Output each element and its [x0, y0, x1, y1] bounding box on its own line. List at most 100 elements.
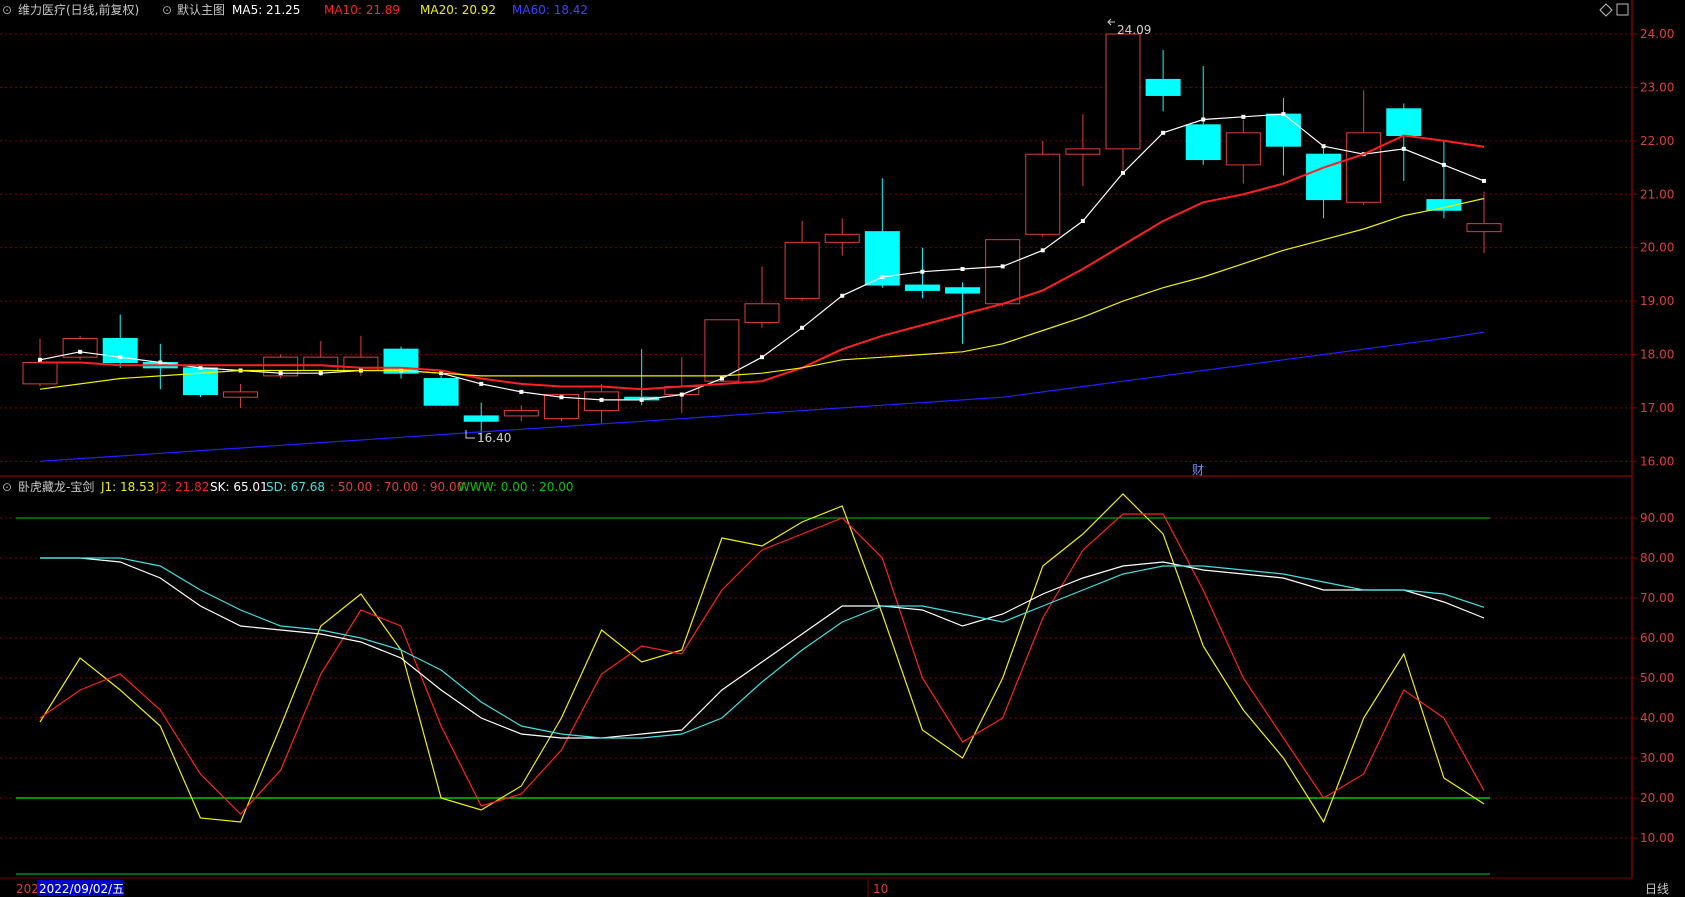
ma5-point: [559, 395, 564, 400]
year-label: 202: [16, 882, 39, 896]
candle-body: [945, 287, 981, 294]
candle-body: [1466, 223, 1502, 233]
period-label[interactable]: 日线: [1645, 882, 1669, 896]
candle-body: [1265, 113, 1301, 147]
ma5-point: [158, 360, 163, 365]
chart-canvas: 16.00 17.00 18.00 19.00 20.00 21.00 22.00 23.00…: [0, 0, 1685, 897]
ma5-point: [1401, 146, 1406, 151]
ma5-point: [599, 397, 604, 402]
candle-body: [744, 303, 780, 323]
y-tick-label: 70.00: [1640, 591, 1674, 605]
candle-body: [303, 356, 339, 372]
candle-body: [784, 241, 820, 299]
y-tick-label: 50.00: [1640, 671, 1674, 685]
candle-body: [463, 415, 499, 422]
indicator-line-sk: [40, 557, 1485, 739]
ma10-label: MA10: 21.89: [324, 3, 400, 17]
candle-body: [223, 391, 259, 398]
y-tick-label: 24.00: [1640, 27, 1674, 41]
y-tick-label: 60.00: [1640, 631, 1674, 645]
j2-label: J2: 21.82: [155, 480, 209, 494]
month-marker: 10: [873, 882, 888, 896]
candle-body: [1346, 132, 1382, 203]
grid-icon[interactable]: [1616, 3, 1629, 16]
ma5-label: MA5: 21.25: [232, 3, 300, 17]
levels-label: : 50.00 : 70.00 : 90.00: [330, 480, 464, 494]
cursor-date: 2022/09/02/五: [39, 882, 124, 896]
event-marker[interactable]: 财: [1192, 463, 1204, 477]
ma20-label: MA20: 20.92: [420, 3, 496, 17]
ma5-point: [1121, 170, 1125, 175]
high-annotation: 24.09: [1117, 23, 1151, 37]
candle-body: [1386, 108, 1422, 137]
bottom-bar: 202 2022/09/02/五 10 日线: [0, 877, 1685, 897]
candle-body: [423, 378, 459, 406]
y-tick-label: 22.00: [1640, 134, 1674, 148]
ma5-point: [78, 349, 83, 354]
indicator-name[interactable]: 卧虎藏龙-宝剑: [18, 479, 94, 494]
sk-label: SK: 65.01: [210, 480, 268, 494]
collapse-icon[interactable]: ⊙: [2, 480, 12, 494]
low-annotation: 16.40: [477, 431, 511, 445]
candle-body: [1225, 132, 1261, 166]
y-tick-label: 20.00: [1640, 791, 1674, 805]
ma5-point: [519, 389, 524, 394]
candle-body: [503, 410, 539, 417]
candle-body: [1065, 148, 1101, 155]
ma5-point: [1201, 117, 1206, 122]
y-tick-label: 17.00: [1640, 401, 1674, 415]
ma5-point: [639, 397, 644, 402]
y-tick-label: 18.00: [1640, 347, 1674, 361]
y-tick-label: 16.00: [1640, 454, 1674, 468]
ma5-point: [118, 355, 123, 360]
candle-body: [22, 362, 58, 385]
toolbar-icons: [1599, 3, 1629, 17]
ma5-point: [800, 325, 805, 330]
ma5-point: [960, 267, 965, 272]
high-arrow: [1107, 18, 1115, 26]
indicator-header: ⊙ 卧虎藏龙-宝剑 J1: 18.53 J2: 21.82 SK: 65.01 …: [2, 479, 574, 494]
ma5-point: [679, 392, 684, 397]
ma5-point: [920, 269, 925, 274]
y-tick-label: 23.00: [1640, 80, 1674, 94]
preset-icon[interactable]: ⊙: [162, 3, 172, 17]
candle-body: [904, 284, 940, 291]
ma5-point: [38, 357, 42, 362]
candle-body: [985, 239, 1021, 305]
ma5-point: [479, 381, 484, 386]
ma5-point: [1241, 114, 1246, 119]
diamond-icon[interactable]: [1599, 3, 1613, 17]
ma5-point: [198, 365, 203, 370]
y-tick-label: 40.00: [1640, 711, 1674, 725]
low-arrow: [465, 430, 475, 439]
candle-body: [1185, 124, 1221, 161]
sd-label: SD: 67.68: [266, 480, 325, 494]
ma5-point: [1080, 218, 1085, 223]
candle-body: [1145, 78, 1181, 96]
ma5-point: [1161, 130, 1166, 135]
collapse-icon[interactable]: ⊙: [2, 3, 12, 17]
ma5-point: [318, 371, 323, 376]
candle-body: [1025, 153, 1061, 235]
stock-title[interactable]: 维力医疗(日线,前复权): [18, 2, 139, 17]
ma5-point: [278, 371, 283, 376]
ma5-point: [1040, 248, 1045, 253]
candle-body: [1105, 33, 1141, 150]
ma5-point: [1482, 178, 1486, 183]
y-tick-label: 20.00: [1640, 241, 1674, 255]
ma5-point: [1000, 264, 1005, 269]
ma5-point: [760, 355, 764, 360]
ma5-point: [1281, 112, 1286, 117]
y-tick-label: 90.00: [1640, 511, 1674, 525]
www-label: WWW: 0.00 : 20.00: [458, 480, 574, 494]
ma5-point: [719, 376, 724, 381]
price-header: ⊙ 维力医疗(日线,前复权) ⊙ 默认主图 MA5: 21.25 MA10: 2…: [2, 2, 588, 17]
indicator-line-sd: [40, 557, 1485, 739]
indicator-line-j2: [39, 513, 1485, 815]
ma60-label: MA60: 18.42: [512, 3, 588, 17]
preset-label[interactable]: 默认主图: [177, 2, 225, 17]
y-tick-label: 10.00: [1640, 831, 1674, 845]
y-tick-label: 21.00: [1640, 187, 1674, 201]
y-tick-label: 19.00: [1640, 294, 1674, 308]
candle-body: [824, 233, 860, 243]
